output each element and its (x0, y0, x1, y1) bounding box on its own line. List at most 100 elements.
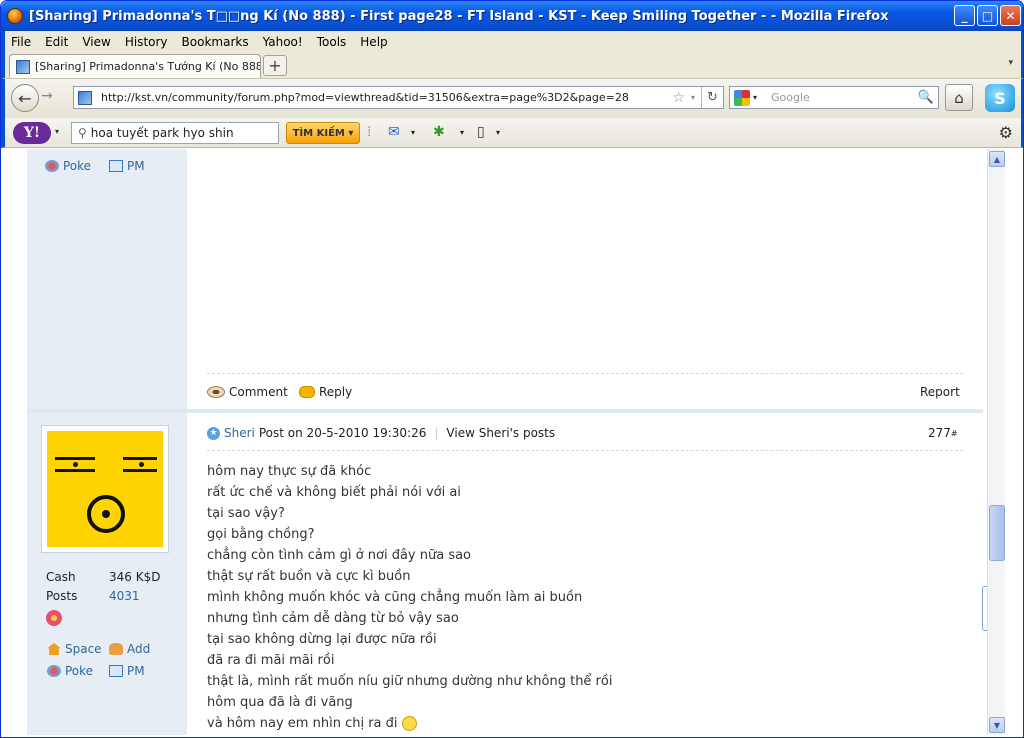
yahoo-menu-chevron-icon[interactable]: ▾ (55, 127, 59, 136)
space-link[interactable]: Space (47, 642, 102, 656)
mail-dropdown-icon[interactable]: ▾ (411, 128, 415, 137)
smiley-icon (401, 716, 417, 731)
search-icon[interactable]: 🔍 (918, 90, 934, 105)
scroll-down-arrow-icon[interactable]: ▼ (989, 717, 1005, 733)
posts-label: Posts (46, 589, 78, 603)
menu-tools[interactable]: Tools (317, 35, 347, 49)
menu-history[interactable]: History (125, 35, 168, 49)
skype-icon[interactable]: S (985, 84, 1015, 112)
yahoo-search-input[interactable]: ⚲ hoa tuyết park hyo shin (71, 122, 279, 144)
cash-value: 346 K$D (109, 570, 161, 584)
maximize-button[interactable]: □ (977, 5, 998, 26)
post-line: rất ức chế và không biết phải nói với ai (207, 485, 461, 500)
yahoo-toolbar: Y! ▾ ⚲ hoa tuyết park hyo shin TÌM KIẾM … (1, 118, 1023, 148)
tab-active[interactable]: [Sharing] Primadonna's Tướng Kí (No 888)… (9, 54, 261, 78)
report-link[interactable]: Report (920, 385, 960, 399)
menu-view[interactable]: View (82, 35, 110, 49)
home-button[interactable]: ⌂ (945, 84, 973, 111)
menu-bookmarks[interactable]: Bookmarks (182, 35, 249, 49)
back-button[interactable]: ← (11, 84, 39, 112)
bookmark-star-icon[interactable]: ☆ (672, 90, 685, 106)
history-dropdown-icon[interactable]: ▾ (691, 93, 695, 102)
post-header: ★ Sheri Post on 20-5-2010 19:30:26 | Vie… (207, 426, 555, 440)
post-line: thật là, mình rất muốn níu giữ nhưng dườ… (207, 674, 613, 689)
page-content: Poke PM Comment Reply Report Cash 346 K$… (5, 149, 1005, 735)
title-bar[interactable]: [Sharing] Primadonna's T□□ng Kí (No 888)… (1, 1, 1023, 31)
poke-icon (45, 160, 59, 172)
add-friend-link[interactable]: Add (109, 642, 150, 656)
tab-bar: [Sharing] Primadonna's Tướng Kí (No 888)… (1, 52, 1023, 78)
reload-icon[interactable]: ↻ (701, 87, 723, 108)
post-separator (27, 409, 983, 413)
comment-button[interactable]: Comment (207, 385, 288, 399)
poke-icon (47, 665, 61, 677)
post-number[interactable]: 277 # (928, 426, 958, 440)
avatar-image (47, 431, 163, 547)
firefox-logo-icon (7, 8, 23, 24)
post-line: hôm qua đã là đi vãng (207, 695, 353, 710)
menu-file[interactable]: File (11, 35, 31, 49)
search-icon: ⚲ (78, 126, 87, 140)
poke-link[interactable]: Poke (47, 664, 93, 678)
reply-icon (299, 386, 315, 398)
url-text[interactable]: http://kst.vn/community/forum.php?mod=vi… (101, 91, 672, 104)
new-tab-button[interactable]: + (263, 55, 287, 76)
firefox-window: [Sharing] Primadonna's T□□ng Kí (No 888)… (0, 0, 1024, 738)
top-pm-link[interactable]: PM (109, 159, 145, 173)
online-star-icon: ★ (207, 426, 220, 440)
menu-edit[interactable]: Edit (45, 35, 68, 49)
top-poke-link[interactable]: Poke (45, 159, 91, 173)
widgets-icon[interactable]: ✱ (433, 124, 445, 140)
mail-icon (109, 665, 123, 677)
reply-button[interactable]: Reply (299, 385, 352, 399)
post-line: chẳng còn tình cảm gì ở nơi đây nữa sao (207, 548, 472, 563)
address-bar[interactable]: http://kst.vn/community/forum.php?mod=vi… (73, 86, 724, 109)
post-divider (207, 373, 963, 374)
post-line: hôm nay thực sự đã khóc (207, 464, 372, 479)
search-placeholder[interactable]: Google (771, 91, 918, 104)
home-icon (47, 643, 61, 655)
post-line: thật sự rất buồn và cực kì buồn (207, 569, 411, 584)
view-posts-link[interactable]: View Sheri's posts (446, 426, 555, 440)
gear-icon[interactable]: ⚙ (999, 123, 1013, 142)
menu-help[interactable]: Help (360, 35, 387, 49)
handshake-icon (109, 643, 123, 655)
mail-icon (109, 160, 123, 172)
page-tools-icon[interactable]: ▯ (477, 124, 485, 140)
widgets-dropdown-icon[interactable]: ▾ (460, 128, 464, 137)
navigation-toolbar: ← → http://kst.vn/community/forum.php?mo… (1, 78, 1023, 118)
close-button[interactable]: ✕ (1000, 5, 1021, 26)
yahoo-search-button[interactable]: TÌM KIẾM ▾ (286, 122, 360, 144)
mail-icon[interactable]: ✉ (388, 124, 400, 140)
vertical-scrollbar[interactable]: ▲ ▼ (987, 149, 1005, 735)
scroll-up-arrow-icon[interactable]: ▲ (989, 151, 1005, 167)
tab-list-chevron-icon[interactable]: ▾ (1008, 58, 1013, 68)
post-line: mình không muốn khóc và cũng chẳng muốn … (207, 590, 583, 605)
forward-button[interactable]: → (41, 88, 53, 104)
post-line: tại sao vậy? (207, 506, 285, 521)
tab-label: [Sharing] Primadonna's Tướng Kí (No 888)… (35, 60, 260, 73)
author-link[interactable]: Sheri (224, 426, 255, 440)
post-line: nhưng tình cảm dễ dàng từ bỏ vậy sao (207, 611, 459, 626)
yahoo-search-value[interactable]: hoa tuyết park hyo shin (91, 126, 234, 140)
site-favicon-icon (16, 59, 30, 74)
post-line-last: và hôm nay em nhìn chị ra đi (207, 713, 417, 734)
avatar[interactable] (41, 425, 169, 553)
site-favicon-icon (78, 90, 92, 105)
pm-link[interactable]: PM (109, 664, 145, 678)
comment-icon (207, 386, 225, 398)
window-title: [Sharing] Primadonna's T□□ng Kí (No 888)… (29, 8, 889, 24)
minimize-button[interactable]: _ (954, 5, 975, 26)
scrollbar-thumb[interactable] (989, 505, 1005, 561)
google-engine-icon[interactable] (734, 89, 750, 106)
posts-value[interactable]: 4031 (109, 589, 140, 603)
yahoo-logo-icon[interactable]: Y! (13, 122, 51, 144)
menu-bar: File Edit View History Bookmarks Yahoo! … (1, 31, 1023, 52)
engine-dropdown-icon[interactable]: ▾ (753, 93, 757, 102)
cash-label: Cash (46, 570, 76, 584)
medal-icon (46, 610, 62, 626)
page-tools-dropdown-icon[interactable]: ▾ (496, 128, 500, 137)
header-divider: | (434, 426, 439, 440)
menu-yahoo[interactable]: Yahoo! (263, 35, 303, 49)
search-box[interactable]: ▾ Google 🔍 (729, 86, 939, 109)
